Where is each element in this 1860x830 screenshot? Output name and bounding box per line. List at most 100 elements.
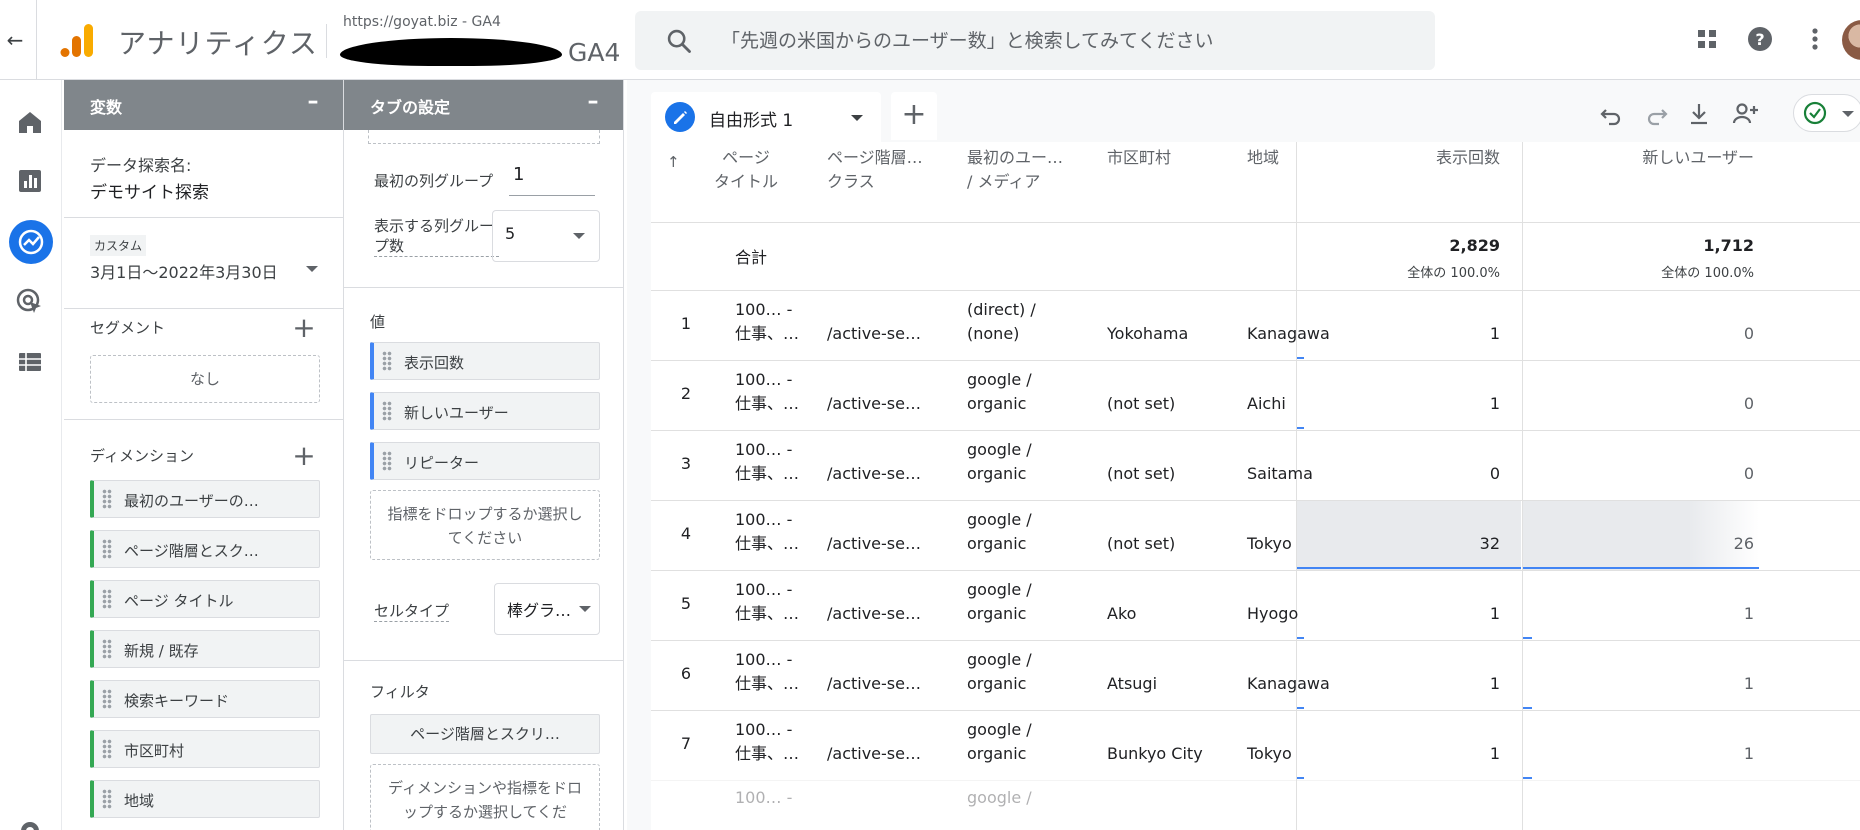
table-row[interactable]: 2 100… - 仕事、… /active-se… google / organic (no… <box>651 360 1860 430</box>
search-input[interactable] <box>721 11 1411 70</box>
show-column-groups-select[interactable]: 5 <box>492 210 600 262</box>
cell-page-path: /active-se… <box>827 604 921 623</box>
filter-drop-zone[interactable]: ディメンションや指標をドロップするか選択してくだ <box>370 764 600 830</box>
settings-icon[interactable] <box>14 815 46 830</box>
header-line: ページ階層… <box>827 148 923 167</box>
explore-icon[interactable] <box>9 220 53 264</box>
drag-handle-icon[interactable] <box>382 451 392 471</box>
search-bar[interactable] <box>635 11 1435 70</box>
collapse-icon[interactable]: – <box>583 91 603 113</box>
add-tab-button[interactable]: + <box>891 92 937 140</box>
dimension-chip[interactable]: 最初のユーザーの… <box>90 480 320 518</box>
avatar[interactable] <box>1842 20 1860 60</box>
cell-page-title: 100… - <box>735 440 793 459</box>
cell-row-number: 7 <box>680 734 692 753</box>
cell-type-select[interactable]: 棒グラ… <box>494 583 600 635</box>
dimension-chip[interactable]: 新規 / 既存 <box>90 630 320 668</box>
dimension-chip[interactable]: ページ タイトル <box>90 580 320 618</box>
analytics-logo-icon[interactable] <box>60 22 94 58</box>
table-row[interactable]: 5 100… - 仕事、… /active-se… google / organic Ako… <box>651 570 1860 640</box>
edit-icon[interactable] <box>665 102 695 132</box>
property-account[interactable]: https://goyat.biz - GA4 <box>343 14 501 30</box>
drag-handle-icon[interactable] <box>102 639 112 659</box>
metric-chip[interactable]: 表示回数 <box>370 342 600 380</box>
sort-arrow-icon[interactable]: ↑ <box>667 150 680 174</box>
drag-handle-icon[interactable] <box>102 539 112 559</box>
dimension-chip[interactable]: ページ階層とスク… <box>90 530 320 568</box>
arrow-back-icon[interactable]: ← <box>0 28 30 52</box>
filter-chip[interactable]: ページ階層とスクリ… <box>370 714 600 754</box>
cell-views: 0 <box>1489 464 1500 483</box>
share-icon[interactable] <box>1731 100 1759 128</box>
tab-settings-title: タブの設定 <box>370 98 451 117</box>
tab-label: 自由形式 1 <box>709 111 794 131</box>
svg-text:?: ? <box>1755 30 1764 49</box>
redo-icon[interactable] <box>1643 100 1671 128</box>
column-header-region[interactable]: 地域 <box>1247 146 1279 170</box>
divider <box>64 308 343 309</box>
advertising-icon[interactable] <box>14 286 46 318</box>
cell-city: Yokohama <box>1107 324 1189 343</box>
metric-drop-zone[interactable]: 指標をドロップするか選択してください <box>370 490 600 560</box>
tab-freeform-1[interactable]: 自由形式 1 <box>651 92 881 142</box>
column-header-page-title[interactable]: ページ タイトル <box>711 146 781 194</box>
configure-icon[interactable] <box>14 346 46 378</box>
dimension-chip[interactable]: 市区町村 <box>90 730 320 768</box>
divider <box>36 0 37 80</box>
cell-page-path: /active-se… <box>827 394 921 413</box>
add-segment-button[interactable]: + <box>290 314 318 342</box>
dimension-chip[interactable]: 地域 <box>90 780 320 818</box>
home-icon[interactable] <box>14 106 46 138</box>
date-range-picker[interactable]: カスタム 3月1日～2022年3月30日 <box>90 235 330 295</box>
property-name[interactable]: GA4 <box>568 38 620 67</box>
variables-panel: 変数 – データ探索名: デモサイト探索 カスタム 3月1日～2022年3月30… <box>64 80 344 830</box>
dimension-chip[interactable]: 検索キーワード <box>90 680 320 718</box>
table-row[interactable]: 1 100… - 仕事、… /active-se… (direct) / (none) Yo… <box>651 290 1860 360</box>
cell-city: Atsugi <box>1107 674 1158 693</box>
apps-icon[interactable] <box>1692 24 1722 54</box>
help-icon[interactable]: ? <box>1745 24 1775 54</box>
table-row[interactable]: 6 100… - 仕事、… /active-se… google / organic Ats… <box>651 640 1860 710</box>
header-line: ページ <box>722 148 770 167</box>
add-dimension-button[interactable]: + <box>290 442 318 470</box>
exploration-name[interactable]: デモサイト探索 <box>90 178 209 203</box>
drag-handle-icon[interactable] <box>382 401 392 421</box>
first-column-group-input[interactable]: 1 <box>509 164 595 196</box>
segment-none-chip[interactable]: なし <box>90 355 320 403</box>
column-header-city[interactable]: 市区町村 <box>1107 146 1171 170</box>
bar-views <box>1297 567 1521 569</box>
column-header-views[interactable]: 表示回数 <box>1296 146 1500 170</box>
drag-handle-icon[interactable] <box>382 351 392 371</box>
reports-icon[interactable] <box>14 165 46 197</box>
chevron-down-icon[interactable] <box>851 115 863 121</box>
table-row[interactable]: 4 100… - 仕事、… /active-se… google / organic (no… <box>651 500 1860 570</box>
total-views: 2,829 <box>1449 236 1500 255</box>
metric-chip[interactable]: リピーター <box>370 442 600 480</box>
table-row[interactable]: 7 100… - 仕事、… /active-se… google / organic Bun… <box>651 710 1860 780</box>
status-selector[interactable] <box>1793 94 1860 132</box>
column-header-new-users[interactable]: 新しいユーザー <box>1522 146 1754 170</box>
table-row[interactable]: 3 100… - 仕事、… /active-se… google / organic (no… <box>651 430 1860 500</box>
bar-views <box>1297 637 1304 639</box>
tab-settings-panel: タブの設定 – 最初の列グループ 1 表示する列グループ数 5 値 表示回数 新… <box>344 80 624 830</box>
drag-handle-icon[interactable] <box>102 689 112 709</box>
cell-new-users: 26 <box>1733 534 1754 553</box>
column-header-first-user-source[interactable]: 最初のユー… / メディア <box>967 146 1063 194</box>
undo-icon[interactable] <box>1597 100 1625 128</box>
drag-handle-icon[interactable] <box>102 589 112 609</box>
dimension-chip-label: 検索キーワード <box>124 692 230 710</box>
drag-handle-icon[interactable] <box>102 789 112 809</box>
metric-chip[interactable]: 新しいユーザー <box>370 392 600 430</box>
metric-chip-label: 新しいユーザー <box>404 404 509 422</box>
dimension-label: ディメンション <box>90 447 194 465</box>
drag-handle-icon[interactable] <box>102 739 112 759</box>
bar-views <box>1297 357 1304 359</box>
column-header-page-path[interactable]: ページ階層… クラス <box>827 146 923 194</box>
drag-handle-icon[interactable] <box>102 489 112 509</box>
cell-page-path: /active-se… <box>827 464 921 483</box>
more-vert-icon[interactable] <box>1800 24 1830 54</box>
download-icon[interactable] <box>1685 100 1713 128</box>
cell-row-number: 1 <box>680 314 692 333</box>
collapse-icon[interactable]: – <box>303 91 323 113</box>
header-line: タイトル <box>713 172 778 191</box>
